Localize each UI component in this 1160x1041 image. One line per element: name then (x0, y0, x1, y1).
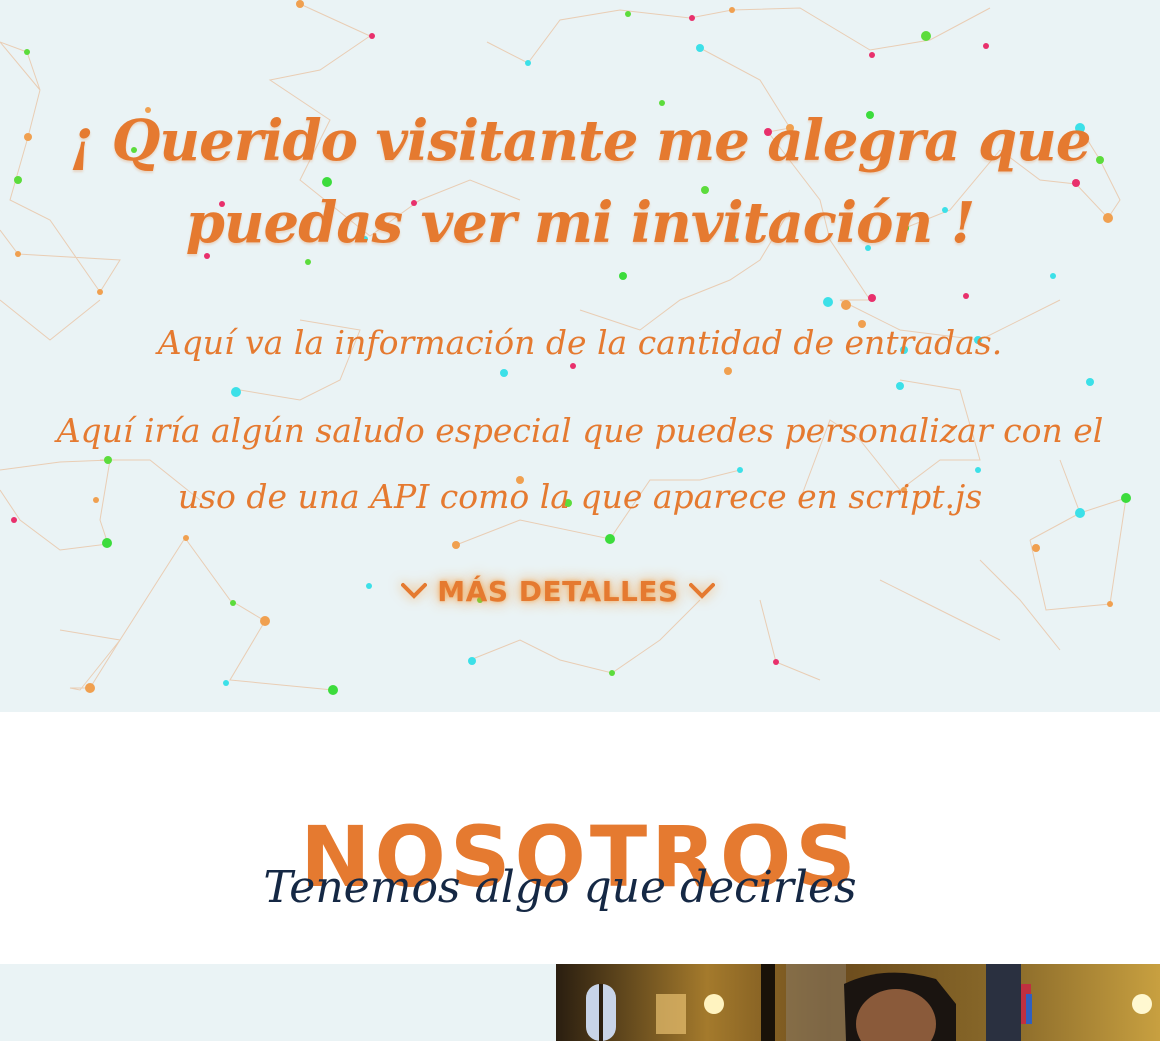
more-details-label: MÁS DETALLES (437, 574, 679, 608)
tickets-info-text: Aquí va la información de la cantidad de… (157, 323, 1003, 362)
chevron-down-icon (688, 575, 715, 608)
about-text-panel (0, 964, 556, 1041)
hero-section: ¡ Querido visitante me alegra que puedas… (0, 0, 1160, 712)
about-section-subtitle: Tenemos algo que decirles (263, 862, 857, 913)
couple-photo (556, 964, 1160, 1041)
more-details-button[interactable]: MÁS DETALLES (388, 562, 728, 620)
chevron-down-icon (401, 575, 428, 608)
welcome-title: ¡ Querido visitante me alegra que puedas… (69, 108, 1092, 256)
greeting-text: Aquí iría algún saludo especial que pued… (56, 411, 1104, 516)
